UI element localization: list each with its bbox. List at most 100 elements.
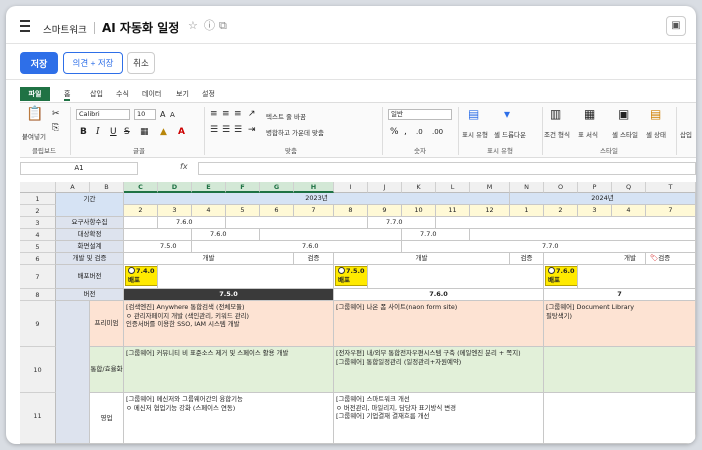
cell-month[interactable]: 3	[578, 205, 612, 217]
merge-center-button[interactable]: 병합하고 가운데 맞춤	[266, 127, 324, 137]
cell-task-note[interactable]: [그룹웨어] 커뮤니티 비 표준소스 제거 및 스페이스 활용 개발	[124, 347, 334, 393]
cell-row-label[interactable]: 프리미엄	[90, 301, 124, 347]
paste-button-label[interactable]: 붙여넣기	[22, 131, 46, 141]
row-header[interactable]: 2	[20, 205, 56, 217]
tab-home[interactable]: 홈	[64, 87, 71, 101]
display-format-icon[interactable]: ▤	[468, 108, 479, 120]
cell-deploy[interactable]: 7.4.0 배포	[124, 265, 158, 289]
cell-row-label[interactable]: 요구사항수집	[56, 217, 124, 229]
cancel-button[interactable]: 취소	[127, 52, 155, 74]
cell-task-note[interactable]: [그룹웨어] 나온 폼 사이트(naon form site)	[334, 301, 544, 347]
column-header[interactable]: K	[402, 182, 436, 193]
percent-icon[interactable]: %	[390, 127, 399, 137]
select-all-corner[interactable]	[20, 182, 56, 193]
tab-file[interactable]: 파일	[20, 87, 50, 101]
cell-row-label[interactable]: 영업	[90, 393, 124, 444]
cell-deploy[interactable]: 7.6.0 배포	[544, 265, 578, 289]
font-name-select[interactable]: Calibri	[76, 109, 130, 120]
row-header[interactable]: 7	[20, 265, 56, 289]
cell[interactable]	[158, 265, 334, 289]
cell-task-note[interactable]: [그룹웨어] 스마트워크 개선 ㅇ 버전관리, 마일리지, 담당자 표기방식 변…	[334, 393, 544, 444]
formula-input[interactable]	[198, 162, 696, 175]
italic-icon[interactable]: I	[96, 127, 100, 137]
table-format-button[interactable]: 표 서식	[578, 129, 598, 139]
column-header[interactable]: E	[192, 182, 226, 193]
cell-qa[interactable]: 검증	[294, 253, 334, 265]
align-middle-icon[interactable]: ≡	[222, 109, 230, 119]
cell-month[interactable]: 2	[544, 205, 578, 217]
conditional-format-icon[interactable]: ▥	[550, 108, 561, 120]
tab-settings[interactable]: 설정	[202, 87, 215, 101]
cell[interactable]	[124, 217, 158, 229]
cell-row-label[interactable]: 대상확정	[56, 229, 124, 241]
table-format-icon[interactable]: ▦	[584, 108, 595, 120]
column-header[interactable]: D	[158, 182, 192, 193]
cell-dropdown-icon[interactable]: ▾	[504, 108, 510, 120]
column-header[interactable]: N	[510, 182, 544, 193]
align-center-icon[interactable]: ☰	[222, 125, 230, 135]
monitor-icon[interactable]: ▣	[666, 16, 686, 36]
cell-month[interactable]: 7	[294, 205, 334, 217]
column-header[interactable]: P	[578, 182, 612, 193]
decrease-decimal-icon[interactable]: .00	[432, 127, 443, 137]
cell-version[interactable]: 7.6.0	[192, 229, 260, 241]
cell-state-icon[interactable]: ▤	[650, 108, 661, 120]
comment-save-button[interactable]: 의견 + 저장	[63, 52, 123, 74]
conditional-format-button[interactable]: 조건 형식	[544, 129, 570, 139]
align-top-icon[interactable]: ≡	[210, 109, 218, 119]
row-header[interactable]: 8	[20, 289, 56, 301]
shrink-font-icon[interactable]: A	[170, 110, 175, 120]
cell-month[interactable]: 1	[510, 205, 544, 217]
cell-task-note[interactable]: [그룹웨어] 메신저와 그룹웨어간의 융합기능 ㅇ 메신저 협업기능 강화 (스…	[124, 393, 334, 444]
cell-version[interactable]: 7.6.0	[158, 217, 226, 229]
cell-month[interactable]: 3	[158, 205, 192, 217]
cell[interactable]	[470, 229, 696, 241]
number-format-select[interactable]: 일반	[388, 109, 452, 120]
paste-icon[interactable]: 📋	[26, 107, 43, 121]
cell-month[interactable]: 4	[192, 205, 226, 217]
column-header[interactable]: H	[294, 182, 334, 193]
cell-month[interactable]: 2	[124, 205, 158, 217]
column-header[interactable]: C	[124, 182, 158, 193]
cell-qa[interactable]: 🏷검증	[646, 253, 696, 265]
cell-month[interactable]: 8	[334, 205, 368, 217]
cell-task-note[interactable]: [검색엔진] Anywhere 통합검색 (전체모듈) ㅇ 관리자페이지 개발 …	[124, 301, 334, 347]
cell-version[interactable]: 7.7.0	[368, 217, 436, 229]
column-header[interactable]: T	[646, 182, 696, 193]
column-header[interactable]: L	[436, 182, 470, 193]
cell-row-label[interactable]: 버전	[56, 289, 124, 301]
cell[interactable]	[544, 393, 696, 444]
cell-row-label[interactable]: 통합/효율화	[90, 347, 124, 393]
font-color-icon[interactable]: A	[178, 127, 185, 137]
cell[interactable]	[368, 265, 544, 289]
column-header[interactable]: A	[56, 182, 90, 193]
cell-month[interactable]: 12	[470, 205, 510, 217]
column-header[interactable]: I	[334, 182, 368, 193]
app-name[interactable]: 스마트워크	[43, 22, 87, 36]
cell-row-label[interactable]: 배포버전	[56, 265, 124, 289]
copy-icon[interactable]: ⎘	[52, 123, 59, 133]
align-bottom-icon[interactable]: ≡	[234, 109, 242, 119]
display-format-button[interactable]: 표시 유형	[462, 129, 488, 139]
column-header[interactable]: O	[544, 182, 578, 193]
cell-month[interactable]: 11	[436, 205, 470, 217]
cell[interactable]	[124, 229, 192, 241]
row-header[interactable]: 6	[20, 253, 56, 265]
hamburger-menu-icon[interactable]	[20, 20, 36, 32]
cell-month[interactable]: 4	[612, 205, 646, 217]
external-link-icon[interactable]: ⧉	[219, 20, 227, 32]
cell-state-button[interactable]: 셀 상태	[646, 129, 666, 139]
row-header[interactable]: 3	[20, 217, 56, 229]
wrap-text-button[interactable]: 텍스트 줄 바꿈	[266, 111, 306, 121]
cell[interactable]	[578, 265, 696, 289]
fill-color-icon[interactable]: ▲	[160, 127, 167, 137]
increase-decimal-icon[interactable]: .0	[416, 127, 423, 137]
tab-view[interactable]: 보기	[176, 87, 189, 101]
cell-category-group[interactable]	[56, 301, 90, 444]
cell-version-bar[interactable]: 7.5.0	[124, 289, 334, 301]
cell-task-note[interactable]: [그룹웨어] Document Library 필탕색기)	[544, 301, 696, 347]
cell-month[interactable]: 9	[368, 205, 402, 217]
align-right-icon[interactable]: ☰	[234, 125, 242, 135]
cell-row-label[interactable]: 화면설계	[56, 241, 124, 253]
align-left-icon[interactable]: ☰	[210, 125, 218, 135]
